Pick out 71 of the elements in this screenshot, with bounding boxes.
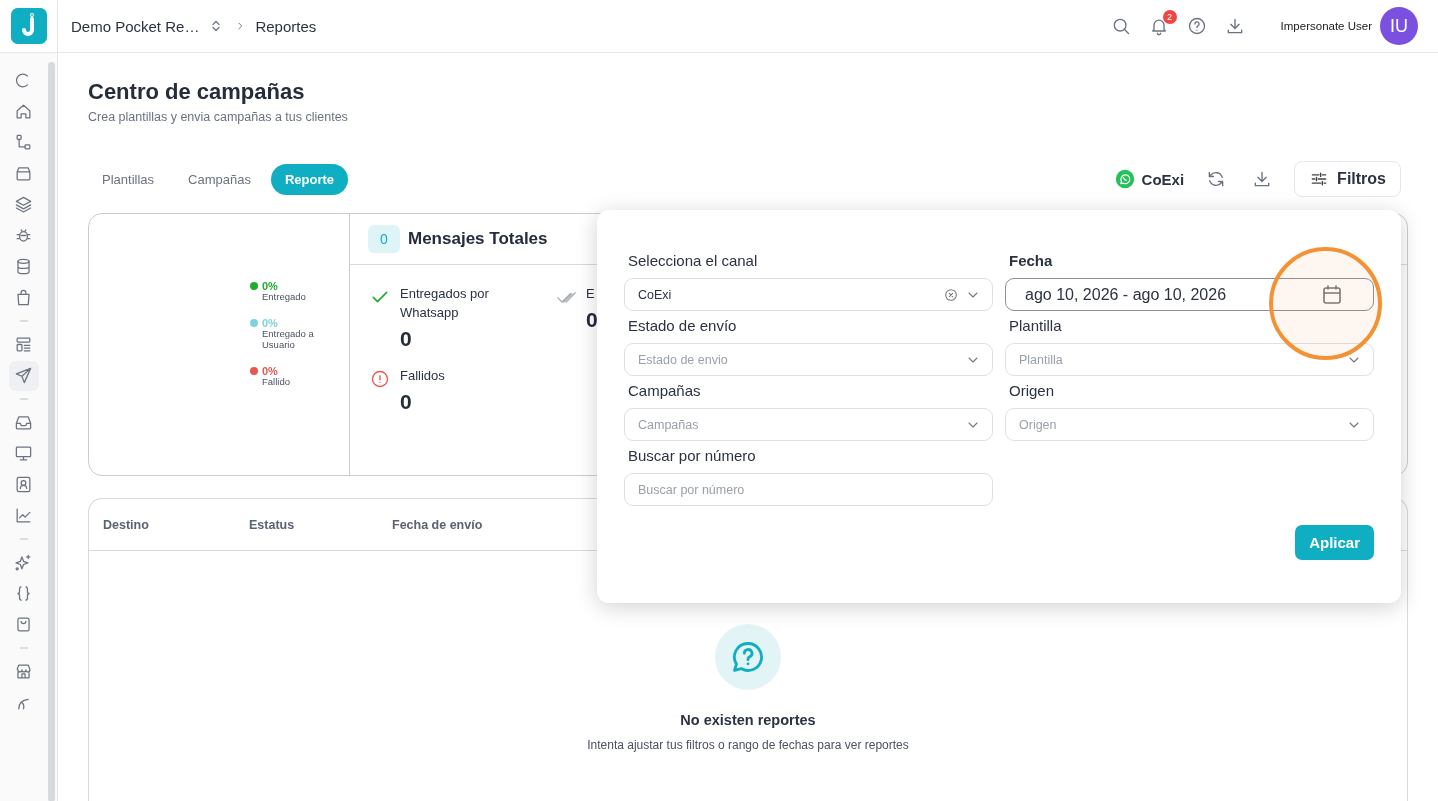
date-range-field[interactable]: ago 10, 2026 - ago 10, 2026	[1005, 278, 1374, 311]
scrollbar[interactable]	[48, 62, 55, 801]
help-icon	[1186, 16, 1207, 36]
clear-icon[interactable]	[943, 286, 959, 303]
page-title: Centro de campañas	[88, 79, 306, 105]
bag-icon	[14, 288, 33, 307]
user-name: Impersonate User	[1280, 20, 1372, 32]
logo-icon[interactable]	[10, 8, 47, 44]
filters-button[interactable]: Filtros	[1294, 161, 1401, 197]
stat-value: 0	[586, 307, 598, 332]
stat-value: 0	[400, 326, 412, 351]
field-label: Selecciona el canal	[627, 252, 759, 271]
layout-icon	[14, 335, 33, 354]
braces-icon	[14, 584, 33, 603]
total-count: 0	[368, 225, 400, 253]
database-icon	[14, 257, 33, 276]
store-icon	[14, 662, 33, 681]
select-field[interactable]: Origen	[1005, 408, 1374, 441]
user-avatar[interactable]: IU	[1380, 7, 1418, 45]
chart-icon	[14, 506, 33, 525]
field-label: Estado de envío	[627, 317, 738, 336]
legend-label: Entregado	[262, 292, 307, 303]
inbox-icon	[14, 413, 33, 432]
tab[interactable]: Plantillas	[88, 163, 169, 195]
legend-value: 0%	[262, 280, 278, 292]
stat-label: E	[586, 285, 595, 303]
home-icon	[14, 102, 33, 121]
alert-icon	[370, 368, 390, 389]
calendar-icon[interactable]	[1320, 282, 1344, 307]
legend-label: Entregado a Usuario	[262, 328, 315, 351]
select-field[interactable]: Campañas	[624, 408, 993, 441]
notification-badge: 2	[1162, 10, 1177, 24]
empty-state-title: No existen reportes	[680, 712, 816, 728]
whatsapp-icon	[1114, 169, 1135, 189]
stat-label: Entregados por Whatsapp	[400, 285, 490, 322]
stat-label: Fallidos	[400, 366, 445, 385]
column-header: Estatus	[249, 517, 296, 532]
search-field[interactable]: Buscar por número	[624, 473, 993, 506]
field-label: Campañas	[627, 382, 702, 401]
bug-icon	[14, 226, 33, 245]
page-subtitle: Crea plantillas y envia campañas a tus clientes	[88, 110, 349, 124]
tab[interactable]: Campañas	[174, 163, 265, 195]
column-header: Destino	[103, 517, 150, 532]
legend-value: 0%	[262, 364, 278, 377]
stat-value: 0	[400, 389, 412, 414]
tab[interactable]: Reporte	[270, 163, 349, 195]
sparkles-icon	[14, 553, 33, 572]
monitor-icon	[14, 444, 33, 463]
layers-icon	[14, 195, 33, 214]
total-label: Mensajes Totales	[408, 229, 548, 249]
flow-icon	[14, 133, 33, 152]
sidebar-item[interactable]	[8, 360, 39, 391]
breadcrumb-current: Reportes	[255, 17, 317, 35]
field-label: Buscar por número	[627, 447, 757, 466]
workspace-switcher[interactable]: Demo Pocket Re…	[71, 17, 200, 35]
empty-state-message: Intenta ajustar tus filtros o rango de fechas para ver reportes	[587, 738, 909, 752]
column-header: Fecha de envío	[392, 517, 483, 532]
legend-label: Fallido	[262, 376, 291, 388]
archive-icon	[14, 164, 33, 183]
legend-value: 0%	[262, 316, 278, 329]
field-label: Plantilla	[1008, 317, 1063, 336]
send-icon	[14, 366, 33, 385]
select-field[interactable]: CoExi	[624, 278, 993, 311]
select-field[interactable]: Plantilla	[1005, 343, 1374, 376]
shopping-bag-icon	[14, 615, 33, 634]
apply-button[interactable]: Aplicar	[1295, 525, 1374, 560]
select-field[interactable]: Estado de envio	[624, 343, 993, 376]
contact-icon	[14, 475, 33, 494]
field-label: Origen	[1008, 382, 1056, 401]
field-label: Fecha	[1008, 252, 1054, 271]
channel-name: CoExi	[1141, 170, 1185, 188]
